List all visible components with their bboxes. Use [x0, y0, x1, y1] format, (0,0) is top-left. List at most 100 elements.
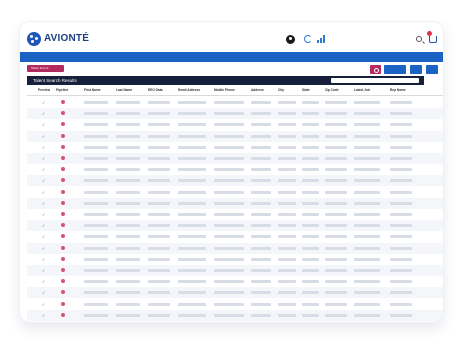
cell-placeholder	[278, 280, 296, 284]
preview-icon[interactable]: ✓	[42, 122, 47, 127]
column-header[interactable]: Email Address	[178, 88, 200, 92]
pipeline-icon[interactable]	[61, 301, 65, 306]
search-icon[interactable]	[416, 36, 422, 42]
cart-icon[interactable]	[429, 36, 437, 43]
pipeline-icon[interactable]	[61, 111, 65, 116]
user-icon[interactable]	[286, 35, 295, 44]
pipeline-icon[interactable]	[61, 189, 65, 194]
preview-icon[interactable]: ✓	[42, 167, 47, 172]
pipeline-icon[interactable]	[61, 200, 65, 205]
pipeline-icon[interactable]	[61, 133, 65, 138]
table-row[interactable]: ✓	[27, 242, 443, 254]
table-row[interactable]: ✓	[27, 265, 443, 276]
table-row[interactable]: ✓	[27, 175, 443, 187]
action-button-3[interactable]	[426, 65, 438, 74]
table-row[interactable]: ✓	[27, 187, 443, 198]
cell-placeholder	[178, 145, 206, 149]
pipeline-icon[interactable]	[61, 212, 65, 216]
preview-icon[interactable]: ✓	[42, 313, 47, 318]
pipeline-icon[interactable]	[61, 167, 65, 172]
preview-icon[interactable]: ✓	[42, 290, 47, 295]
preview-icon[interactable]: ✓	[42, 246, 47, 251]
preview-icon[interactable]: ✓	[42, 201, 47, 206]
preview-icon[interactable]: ✓	[42, 156, 47, 161]
column-header[interactable]: Preview	[38, 88, 50, 92]
preview-icon[interactable]: ✓	[42, 268, 47, 273]
table-row[interactable]: ✓	[27, 276, 443, 287]
cell-placeholder	[116, 257, 140, 261]
cell-placeholder	[325, 134, 347, 138]
preview-icon[interactable]: ✓	[42, 257, 47, 262]
pipeline-icon[interactable]	[61, 234, 65, 239]
column-header[interactable]: City	[278, 88, 284, 92]
search-action-button[interactable]	[370, 65, 381, 74]
cell-placeholder	[302, 168, 319, 172]
table-row[interactable]: ✓	[27, 108, 443, 120]
table-row[interactable]: ✓	[27, 309, 443, 321]
pipeline-icon[interactable]	[61, 144, 65, 149]
table-row[interactable]: ✓	[27, 153, 443, 164]
table-row[interactable]: ✓	[27, 287, 443, 299]
column-header[interactable]: Zip Code	[325, 88, 339, 92]
talent-forms-button[interactable]: Talent Forms	[27, 65, 64, 72]
table-row[interactable]: ✓	[27, 164, 443, 175]
column-header[interactable]: First Name	[84, 88, 100, 92]
preview-icon[interactable]: ✓	[42, 212, 47, 217]
cell-placeholder	[148, 157, 170, 160]
preview-icon[interactable]: ✓	[42, 145, 47, 150]
column-header[interactable]: Rep Name	[390, 88, 406, 92]
column-header[interactable]: State	[302, 88, 310, 92]
table-row[interactable]: ✓	[27, 209, 443, 220]
cell-placeholder	[251, 123, 271, 127]
preview-icon[interactable]: ✓	[42, 134, 47, 139]
cell-placeholder	[325, 257, 347, 261]
column-header[interactable]: Address	[251, 88, 264, 92]
table-row[interactable]: ✓	[27, 197, 443, 209]
table-row[interactable]: ✓	[27, 142, 443, 153]
preview-icon[interactable]: ✓	[42, 190, 47, 195]
refresh-icon[interactable]	[304, 35, 312, 43]
pipeline-icon[interactable]	[61, 223, 65, 228]
column-header[interactable]: Pipeline	[56, 88, 68, 92]
pipeline-icon[interactable]	[61, 245, 65, 250]
action-button-2[interactable]	[410, 65, 422, 74]
preview-icon[interactable]: ✓	[42, 111, 47, 116]
avionte-logo-icon	[27, 32, 41, 46]
preview-icon[interactable]: ✓	[42, 100, 47, 105]
global-search-input[interactable]	[332, 32, 424, 46]
column-header[interactable]: Latest Job	[354, 88, 370, 92]
table-row[interactable]: ✓	[27, 119, 443, 130]
table-row[interactable]: ✓	[27, 97, 443, 108]
table-row[interactable]: ✓	[27, 130, 443, 142]
pipeline-icon[interactable]	[61, 178, 65, 183]
cell-placeholder	[390, 134, 412, 138]
column-header[interactable]: EEO Data	[148, 88, 163, 92]
pipeline-icon[interactable]	[61, 256, 65, 261]
table-row[interactable]: ✓	[27, 231, 443, 242]
pipeline-icon[interactable]	[61, 312, 65, 317]
signal-icon[interactable]	[317, 35, 325, 43]
table-row[interactable]: ✓	[27, 220, 443, 232]
pipeline-icon[interactable]	[61, 122, 65, 127]
preview-icon[interactable]: ✓	[42, 302, 47, 307]
table-row[interactable]: ✓	[27, 254, 443, 265]
preview-icon[interactable]: ✓	[42, 279, 47, 284]
preview-icon[interactable]: ✓	[42, 178, 47, 183]
table-row[interactable]: ✓	[27, 299, 443, 310]
cell-placeholder	[214, 280, 244, 284]
preview-icon[interactable]: ✓	[42, 223, 47, 228]
column-header[interactable]: Mobile Phone	[214, 88, 235, 92]
cell-placeholder	[116, 313, 140, 317]
cell-placeholder	[278, 235, 296, 239]
cell-placeholder	[214, 257, 244, 261]
action-button-1[interactable]	[384, 65, 406, 74]
pipeline-icon[interactable]	[61, 100, 65, 104]
preview-icon[interactable]: ✓	[42, 234, 47, 239]
pipeline-icon[interactable]	[61, 290, 65, 295]
pipeline-icon[interactable]	[61, 156, 65, 160]
cell-placeholder	[390, 179, 412, 183]
pipeline-icon[interactable]	[61, 268, 65, 272]
column-header[interactable]: Last Name	[116, 88, 132, 92]
results-search-input[interactable]	[331, 78, 419, 83]
pipeline-icon[interactable]	[61, 279, 65, 284]
